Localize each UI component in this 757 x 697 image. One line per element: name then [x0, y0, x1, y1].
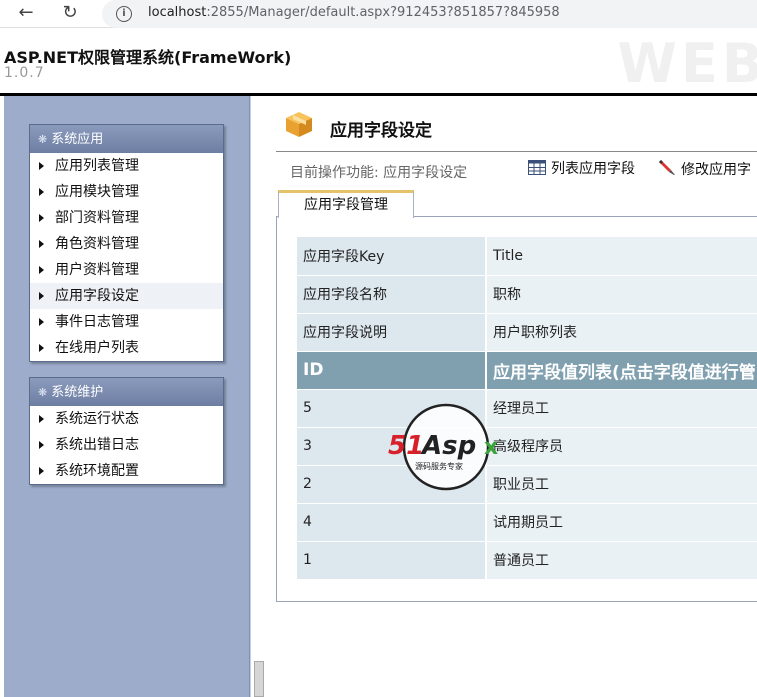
table-row: 应用字段说明 用户职称列表	[297, 313, 757, 352]
table-grid-icon	[528, 160, 546, 175]
sidebar-item-label: 应用列表管理	[55, 158, 139, 174]
sidebar-item-env-config[interactable]: 系统环境配置	[30, 458, 223, 484]
field-table: 应用字段Key Title 应用字段名称 职称 应用字段说明 用户职称列表 ID…	[297, 237, 757, 580]
field-value-cell: 职称	[486, 275, 757, 314]
triangle-right-icon	[39, 292, 44, 300]
menu-group-system-maintenance: ❋ 系统维护 系统运行状态 系统出错日志 系统环境配置	[29, 377, 224, 485]
sidebar-item-label: 在线用户列表	[55, 340, 139, 356]
triangle-right-icon	[39, 162, 44, 170]
sidebar-item-users[interactable]: 用户资料管理	[30, 257, 223, 283]
menu-group-header[interactable]: ❋ 系统应用	[30, 125, 223, 153]
table-row[interactable]: 4 试用期员工	[297, 503, 757, 542]
menu-group-header[interactable]: ❋ 系统维护	[30, 378, 223, 406]
operation-bar: 目前操作功能: 应用字段设定 列表应用字段 修改应用字	[276, 152, 757, 182]
row-id-cell: 1	[297, 541, 487, 580]
column-header-id: ID	[297, 351, 487, 390]
header-watermark: WEB	[617, 32, 757, 95]
field-value-cell: 用户职称列表	[486, 313, 757, 352]
triangle-right-icon	[39, 415, 44, 423]
triangle-right-icon	[39, 188, 44, 196]
sidebar-item-error-log[interactable]: 系统出错日志	[30, 432, 223, 458]
sidebar-item-app-fields[interactable]: 应用字段设定	[30, 283, 223, 309]
app-header: WEB ASP.NET权限管理系统(FrameWork) 1.0.7	[0, 28, 757, 96]
field-value-cell: Title	[486, 237, 757, 276]
sidebar-item-label: 部门资料管理	[55, 210, 139, 226]
field-panel: 应用字段Key Title 应用字段名称 职称 应用字段说明 用户职称列表 ID…	[276, 216, 757, 602]
triangle-right-icon	[39, 441, 44, 449]
field-key-cell: 应用字段Key	[297, 237, 487, 276]
menu-group-title: 系统应用	[51, 132, 104, 147]
splitter[interactable]	[250, 96, 266, 697]
list-fields-label: 列表应用字段	[551, 161, 635, 177]
triangle-right-icon	[39, 318, 44, 326]
url-path: :2855/Manager/default.aspx?912453?851857…	[206, 5, 560, 20]
main-content: 应用字段设定 目前操作功能: 应用字段设定 列表应用字段 修改应用字 应用字段管…	[266, 96, 757, 697]
triangle-right-icon	[39, 467, 44, 475]
page-title: 应用字段设定	[330, 121, 432, 141]
reload-icon[interactable]: ↻	[58, 2, 82, 26]
edit-fields-button[interactable]: 修改应用字	[658, 158, 751, 179]
scrollbar-thumb[interactable]	[254, 661, 264, 697]
sidebar-item-label: 事件日志管理	[55, 314, 139, 330]
row-value-link[interactable]: 经理员工	[486, 389, 757, 428]
sidebar-item-label: 角色资料管理	[55, 236, 139, 252]
sidebar: ❋ 系统应用 应用列表管理 应用模块管理 部门资料管理 角色资料管理 用户资料管理…	[4, 96, 250, 697]
table-row: 应用字段名称 职称	[297, 275, 757, 314]
sidebar-item-event-log[interactable]: 事件日志管理	[30, 309, 223, 335]
edit-tool-icon	[659, 160, 675, 175]
browser-toolbar: ← ↻ i localhost:2855/Manager/default.asp…	[0, 0, 757, 28]
table-row[interactable]: 3 高级程序员	[297, 427, 757, 466]
field-key-cell: 应用字段说明	[297, 313, 487, 352]
row-id-cell: 2	[297, 465, 487, 504]
triangle-right-icon	[39, 214, 44, 222]
row-value-link[interactable]: 普通员工	[486, 541, 757, 580]
package-box-icon	[286, 112, 312, 137]
row-id-cell: 5	[297, 389, 487, 428]
sidebar-item-label: 系统运行状态	[55, 411, 139, 427]
sidebar-item-label: 系统出错日志	[55, 437, 139, 453]
table-row[interactable]: 5 经理员工	[297, 389, 757, 428]
menu-group-title: 系统维护	[51, 385, 104, 400]
edit-fields-label: 修改应用字	[681, 162, 751, 178]
sidebar-item-app-modules[interactable]: 应用模块管理	[30, 179, 223, 205]
field-key-cell: 应用字段名称	[297, 275, 487, 314]
list-header-row: ID 应用字段值列表(点击字段值进行管	[297, 351, 757, 390]
row-id-cell: 4	[297, 503, 487, 542]
sidebar-item-label: 系统环境配置	[55, 463, 139, 479]
app-version: 1.0.7	[4, 65, 45, 81]
row-id-cell: 3	[297, 427, 487, 466]
column-header-values: 应用字段值列表(点击字段值进行管	[486, 351, 757, 390]
table-row[interactable]: 1 普通员工	[297, 541, 757, 580]
sidebar-item-label: 用户资料管理	[55, 262, 139, 278]
page-header: 应用字段设定	[276, 96, 757, 152]
app-title: ASP.NET权限管理系统(FrameWork)	[4, 48, 292, 67]
row-value-link[interactable]: 职业员工	[486, 465, 757, 504]
gear-icon: ❋	[38, 133, 48, 146]
url-text[interactable]: localhost:2855/Manager/default.aspx?9124…	[148, 5, 560, 20]
table-row[interactable]: 2 职业员工	[297, 465, 757, 504]
sidebar-item-roles[interactable]: 角色资料管理	[30, 231, 223, 257]
sidebar-item-online-users[interactable]: 在线用户列表	[30, 335, 223, 361]
table-row: 应用字段Key Title	[297, 237, 757, 276]
sidebar-item-system-status[interactable]: 系统运行状态	[30, 406, 223, 432]
row-value-link[interactable]: 高级程序员	[486, 427, 757, 466]
sidebar-item-label: 应用模块管理	[55, 184, 139, 200]
triangle-right-icon	[39, 266, 44, 274]
gear-icon: ❋	[38, 386, 48, 399]
triangle-right-icon	[39, 344, 44, 352]
info-icon[interactable]: i	[116, 6, 132, 22]
sidebar-item-app-list[interactable]: 应用列表管理	[30, 153, 223, 179]
back-arrow-icon[interactable]: ←	[14, 2, 38, 26]
sidebar-item-departments[interactable]: 部门资料管理	[30, 205, 223, 231]
triangle-right-icon	[39, 240, 44, 248]
row-value-link[interactable]: 试用期员工	[486, 503, 757, 542]
tab-field-management[interactable]: 应用字段管理	[278, 190, 414, 218]
current-operation-label: 目前操作功能: 应用字段设定	[290, 165, 468, 181]
list-fields-button[interactable]: 列表应用字段	[528, 158, 635, 178]
sidebar-item-label: 应用字段设定	[55, 288, 139, 304]
menu-group-system-apps: ❋ 系统应用 应用列表管理 应用模块管理 部门资料管理 角色资料管理 用户资料管理…	[29, 124, 224, 362]
url-host: localhost	[148, 5, 207, 20]
address-bar[interactable]: i localhost:2855/Manager/default.aspx?91…	[102, 0, 757, 28]
